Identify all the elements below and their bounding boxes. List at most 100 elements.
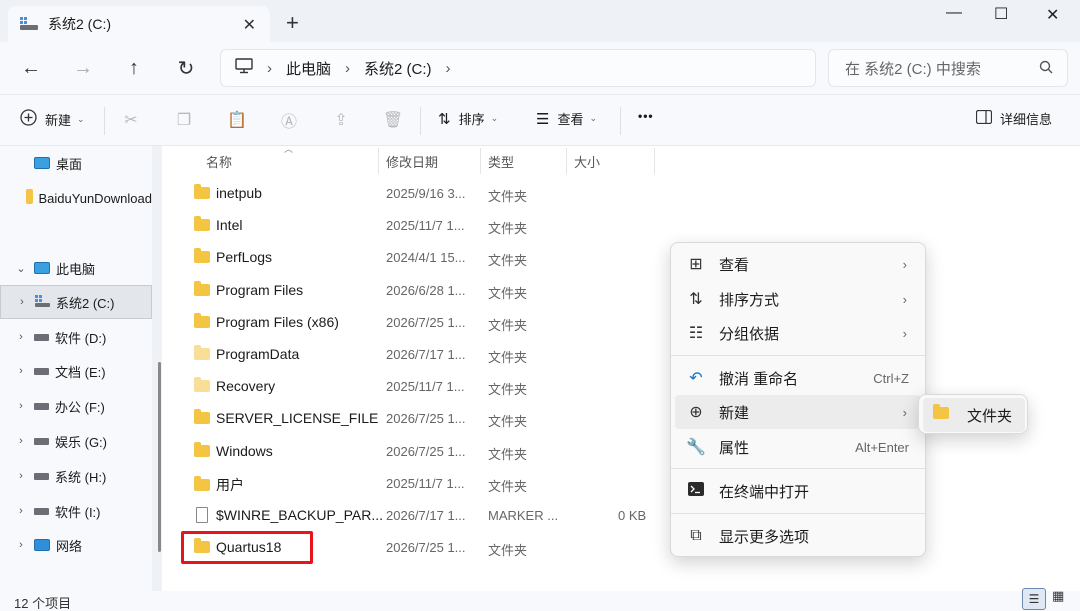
table-row[interactable]: ProgramData 2026/7/17 1... 文件夹 — [162, 339, 1080, 371]
more-options-button[interactable]: ••• — [638, 109, 654, 123]
annotation-highlight-box — [181, 531, 313, 564]
column-divider[interactable] — [480, 148, 481, 174]
chevron-right-icon[interactable]: › — [14, 470, 28, 482]
menu-item-open-in-terminal[interactable]: 在终端中打开 — [675, 474, 921, 508]
menu-item-new[interactable]: ⊕ 新建 › — [675, 395, 921, 429]
menu-item-shortcut: Alt+Enter — [855, 439, 909, 455]
submenu-item-folder[interactable]: 文件夹 — [923, 398, 1025, 432]
tab-title: 系统2 (C:) — [48, 16, 111, 32]
search-placeholder: 在 系统2 (C:) 中搜索 — [845, 60, 981, 78]
folder-icon — [194, 248, 210, 263]
chevron-right-icon[interactable]: › — [15, 296, 29, 308]
breadcrumb-this-pc[interactable]: 此电脑 — [286, 58, 331, 79]
menu-item-view[interactable]: ⊞ 查看 › — [675, 247, 921, 281]
file-name: PerfLogs — [216, 249, 273, 265]
delete-icon[interactable]: 🗑 — [382, 109, 404, 131]
column-divider[interactable] — [566, 148, 567, 174]
desktop-icon — [34, 157, 50, 169]
tiles-view-icon[interactable]: ▦ — [1052, 588, 1064, 604]
cut-icon[interactable]: ✂ — [120, 109, 142, 131]
chevron-right-icon[interactable]: › — [446, 60, 451, 77]
chevron-down-icon: ⌄ — [77, 113, 85, 124]
computer-icon — [34, 262, 50, 274]
new-button[interactable]: 新建 ⌄ — [20, 109, 85, 129]
sort-button[interactable]: ⇅ 排序 ⌄ — [438, 109, 498, 128]
column-header-name[interactable]: 名称 — [206, 152, 232, 171]
table-row[interactable]: $WINRE_BACKUP_PAR... 2026/7/17 1... MARK… — [162, 500, 1080, 532]
chevron-right-icon[interactable]: › — [267, 60, 272, 77]
table-row[interactable]: inetpub 2025/9/16 3... 文件夹 — [162, 178, 1080, 210]
view-button-label: 查看 — [557, 112, 584, 127]
table-row[interactable]: Windows 2026/7/25 1... 文件夹 — [162, 436, 1080, 468]
column-header-type[interactable]: 类型 — [488, 152, 514, 171]
table-row[interactable]: Program Files 2026/6/28 1... 文件夹 — [162, 275, 1080, 307]
chevron-right-icon[interactable]: › — [14, 331, 28, 343]
column-header-size[interactable]: 大小 — [574, 152, 600, 171]
chevron-right-icon[interactable]: › — [14, 365, 28, 377]
navigation-pane: 桌面 BaiduYunDownload ⌄ 此电脑 › 系统2 (C:) › 软… — [0, 146, 152, 591]
sidebar-item-network[interactable]: › 网络 — [0, 528, 152, 562]
folder-icon — [194, 409, 210, 424]
maximize-button[interactable]: ☐ — [994, 4, 1008, 24]
chevron-right-icon[interactable]: › — [14, 435, 28, 447]
chevron-right-icon[interactable]: › — [345, 60, 350, 77]
view-button[interactable]: ☰ 查看 ⌄ — [536, 109, 597, 128]
sidebar-item-baiduyundownload[interactable]: BaiduYunDownload — [0, 181, 152, 215]
column-divider[interactable] — [654, 148, 655, 174]
folder-icon — [194, 281, 210, 296]
sidebar-item-desktop[interactable]: 桌面 — [0, 146, 152, 180]
table-row[interactable]: Intel 2025/11/7 1... 文件夹 — [162, 210, 1080, 242]
search-input[interactable]: 在 系统2 (C:) 中搜索 — [828, 49, 1068, 87]
context-menu: ⊞ 查看 › ⇅ 排序方式 › ☷ 分组依据 › ↶ 撤消 重命名 Ctrl+Z… — [670, 242, 926, 557]
chevron-right-icon[interactable]: › — [14, 505, 28, 517]
close-window-button[interactable]: ✕ — [1046, 5, 1059, 25]
sidebar-item-drive-d[interactable]: › 软件 (D:) — [0, 320, 152, 354]
menu-item-properties[interactable]: 🔧 属性 Alt+Enter — [675, 430, 921, 464]
share-icon[interactable]: ⇪ — [330, 109, 352, 131]
address-bar[interactable]: › 此电脑 › 系统2 (C:) › — [220, 49, 816, 87]
back-button[interactable]: ← — [18, 55, 44, 81]
file-type: MARKER ... — [488, 508, 559, 523]
submenu-item-label: 文件夹 — [967, 407, 1013, 425]
sidebar-item-drive-i[interactable]: › 软件 (I:) — [0, 494, 152, 528]
details-view-icon[interactable]: ☰ — [1022, 588, 1046, 610]
sidebar-item-drive-g[interactable]: › 娱乐 (G:) — [0, 424, 152, 458]
sidebar-item-label: 桌面 — [56, 156, 83, 172]
folder-icon — [25, 189, 33, 204]
forward-button[interactable]: → — [70, 55, 96, 81]
breadcrumb-drive-c[interactable]: 系统2 (C:) — [364, 58, 432, 79]
minimize-button[interactable]: — — [946, 4, 962, 22]
menu-item-sort-by[interactable]: ⇅ 排序方式 › — [675, 282, 921, 316]
sidebar-item-drive-h[interactable]: › 系统 (H:) — [0, 459, 152, 493]
paste-icon[interactable]: 📋 — [226, 109, 248, 131]
chevron-right-icon: › — [902, 404, 907, 420]
column-header-date[interactable]: 修改日期 — [386, 152, 438, 171]
tab-current[interactable]: 系统2 (C:) ✕ — [8, 6, 270, 42]
sidebar-item-this-pc[interactable]: ⌄ 此电脑 — [0, 251, 152, 285]
chevron-right-icon[interactable]: › — [14, 539, 28, 551]
details-pane-button[interactable]: 详细信息 — [975, 109, 1052, 128]
sidebar-item-drive-f[interactable]: › 办公 (F:) — [0, 389, 152, 423]
chevron-right-icon[interactable]: › — [14, 400, 28, 412]
menu-item-show-more-options[interactable]: ⧉ 显示更多选项 — [675, 519, 921, 553]
sidebar-item-label: 软件 (I:) — [55, 504, 101, 520]
up-button[interactable]: ↑ — [121, 55, 147, 81]
menu-item-undo-rename[interactable]: ↶ 撤消 重命名 Ctrl+Z — [675, 361, 921, 395]
column-divider[interactable] — [378, 148, 379, 174]
sidebar-item-drive-c[interactable]: › 系统2 (C:) — [0, 285, 152, 319]
menu-item-group-by[interactable]: ☷ 分组依据 › — [675, 316, 921, 350]
sidebar-item-drive-e[interactable]: › 文档 (E:) — [0, 354, 152, 388]
copy-icon[interactable]: ❐ — [173, 109, 195, 131]
table-row[interactable]: Program Files (x86) 2026/7/25 1... 文件夹 — [162, 307, 1080, 339]
new-tab-button[interactable]: + — [286, 12, 299, 34]
refresh-button[interactable]: ↻ — [173, 55, 199, 81]
chevron-down-icon[interactable]: ⌄ — [14, 262, 28, 275]
chevron-down-icon: ⌄ — [490, 113, 499, 123]
sidebar-scrollbar[interactable] — [158, 362, 161, 552]
table-row[interactable]: 用户 2025/11/7 1... 文件夹 — [162, 468, 1080, 500]
sidebar-item-label: 办公 (F:) — [55, 399, 105, 415]
rename-icon[interactable]: Ⓐ — [278, 109, 300, 131]
close-tab-icon[interactable]: ✕ — [243, 15, 256, 35]
drive-icon — [20, 17, 38, 31]
table-row[interactable]: PerfLogs 2024/4/1 15... 文件夹 — [162, 242, 1080, 274]
